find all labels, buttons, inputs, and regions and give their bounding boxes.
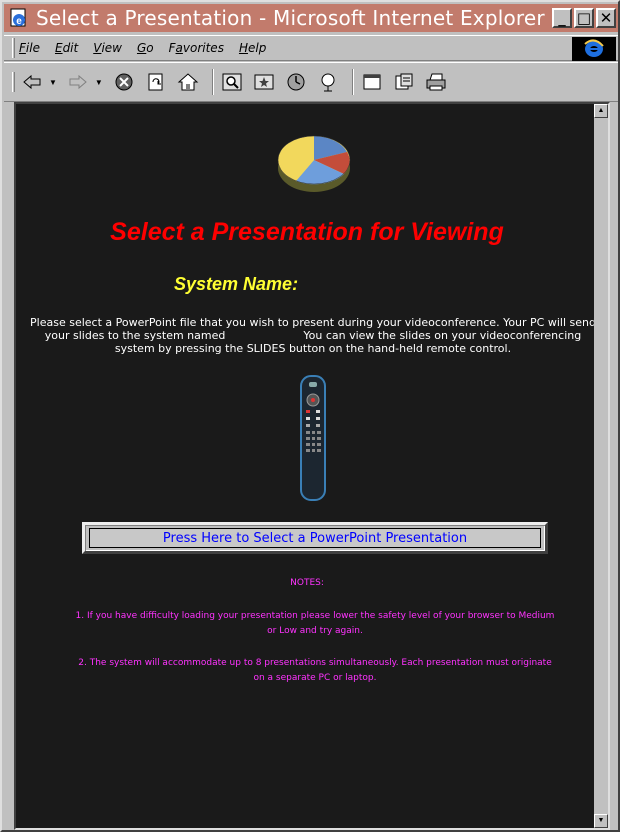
toolbar-separator <box>211 69 214 95</box>
window-title: Select a Presentation - Microsoft Intern… <box>36 6 545 30</box>
note-2: 2. The system will accommodate up to 8 p… <box>78 658 552 683</box>
menubar-grip[interactable] <box>12 38 15 58</box>
toolbar-grip[interactable] <box>12 72 15 92</box>
stop-icon[interactable] <box>111 68 137 96</box>
fullscreen-icon[interactable] <box>359 68 385 96</box>
vertical-scrollbar[interactable]: ▲ ▼ <box>594 104 608 828</box>
mail-icon[interactable] <box>391 68 417 96</box>
menu-file[interactable]: File <box>19 41 40 55</box>
ie-logo-icon <box>572 37 616 61</box>
system-name-label: System Name: <box>174 274 299 294</box>
browser-window: e Select a Presentation - Microsoft Inte… <box>0 0 620 832</box>
pie-chart-logo <box>274 124 354 196</box>
ie-page-icon: e <box>8 7 30 29</box>
minimize-button[interactable]: _ <box>552 8 572 28</box>
instructions-line: Please select a PowerPoint file that you… <box>30 316 596 329</box>
toolbar: ▼ ▼ <box>4 62 618 102</box>
select-presentation-label: Press Here to Select a PowerPoint Presen… <box>162 530 468 546</box>
menu-go[interactable]: Go <box>137 41 154 55</box>
channels-icon[interactable] <box>315 68 341 96</box>
menu-view[interactable]: View <box>93 41 122 55</box>
search-icon[interactable] <box>219 68 245 96</box>
menu-favorites[interactable]: Favorites <box>169 41 224 55</box>
svg-text:e: e <box>16 16 22 27</box>
refresh-icon[interactable] <box>143 68 169 96</box>
page-content: Select a Presentation for Viewing System… <box>16 104 598 828</box>
history-icon[interactable] <box>283 68 309 96</box>
back-icon[interactable] <box>19 68 45 96</box>
home-icon[interactable] <box>175 68 201 96</box>
menu-edit[interactable]: Edit <box>55 41 78 55</box>
remote-control-image <box>298 374 328 504</box>
scroll-down-icon[interactable]: ▼ <box>594 814 608 828</box>
menu-bar: File Edit View Go Favorites Help <box>4 35 618 61</box>
back-dropdown-icon[interactable]: ▼ <box>49 78 57 87</box>
select-presentation-button[interactable]: Press Here to Select a PowerPoint Presen… <box>82 522 548 554</box>
notes-title: NOTES: <box>290 578 324 588</box>
instructions-line: system by pressing the SLIDES button on … <box>114 342 512 355</box>
title-bar[interactable]: e Select a Presentation - Microsoft Inte… <box>4 4 618 32</box>
forward-icon[interactable] <box>65 68 91 96</box>
instructions-text: Please select a PowerPoint file that you… <box>28 316 598 355</box>
page-heading: Select a Presentation for Viewing <box>110 218 504 246</box>
close-button[interactable]: ✕ <box>596 8 616 28</box>
scroll-up-icon[interactable]: ▲ <box>594 104 608 118</box>
page-viewport[interactable]: Select a Presentation for Viewing System… <box>14 102 610 830</box>
print-icon[interactable] <box>423 68 449 96</box>
note-1: 1. If you have difficulty loading your p… <box>75 611 555 636</box>
maximize-button[interactable]: □ <box>574 8 594 28</box>
toolbar-separator <box>351 69 354 95</box>
forward-dropdown-icon[interactable]: ▼ <box>95 78 103 87</box>
favorites-icon[interactable] <box>251 68 277 96</box>
menu-help[interactable]: Help <box>239 41 266 55</box>
instructions-line: your slides to the system named You can v… <box>44 329 582 342</box>
